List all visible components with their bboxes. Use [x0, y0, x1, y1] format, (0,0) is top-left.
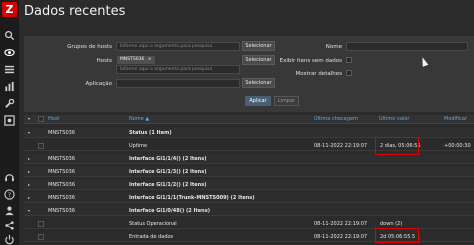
list-icon[interactable]	[4, 64, 15, 75]
table-row[interactable]: ▸ MNSTS036 Interface Gi1/1/3() (2 Itens)	[24, 167, 474, 177]
apply-button[interactable]: Aplicar	[245, 96, 271, 106]
table-header: ▾ Host Nome ▲ Última checagem Último val…	[24, 115, 474, 124]
row-checkbox[interactable]	[38, 221, 44, 227]
row-name: Uptime	[129, 143, 148, 149]
table-row[interactable]: ▾ MNSTS036 Interface Gi1/0/48() (2 Itens…	[24, 206, 474, 216]
eye-icon[interactable]	[4, 47, 15, 58]
row-name: Interface Gi1/1/3() (2 Itens)	[129, 169, 207, 175]
table-row[interactable]: ▸ MNSTS036 Interface Gi1/1/1(Trunk-MNSTS…	[24, 193, 474, 203]
expand-icon[interactable]: ▸	[28, 169, 30, 174]
collapse-icon[interactable]: ▾	[28, 130, 30, 135]
row-host: MNSTS036	[48, 195, 75, 201]
reset-button[interactable]: Limpar	[274, 96, 299, 106]
column-last-value[interactable]: Último valor	[379, 116, 409, 122]
host-chip: MNSTS036 ×	[117, 56, 155, 64]
row-host: MNSTS036	[48, 208, 75, 214]
gear-icon[interactable]	[4, 115, 15, 126]
wrench-icon[interactable]	[4, 98, 15, 109]
expand-icon[interactable]: ▸	[28, 156, 30, 161]
expand-all-icon[interactable]: ▾	[28, 116, 30, 121]
column-change[interactable]: Modificar	[444, 116, 467, 122]
row-last-value: down (2)	[380, 221, 403, 227]
data-value-highlight	[375, 228, 419, 243]
user-icon[interactable]	[4, 205, 15, 216]
row-last-check: 08-11-2022 22:19:07	[314, 234, 368, 240]
hosts-label: Hosts	[96, 58, 112, 64]
zabbix-logo[interactable]: Z	[2, 2, 17, 17]
row-host: MNSTS036	[48, 169, 75, 175]
power-icon[interactable]	[4, 234, 15, 245]
row-name: Status (1 Item)	[129, 130, 172, 136]
row-checkbox[interactable]	[38, 234, 44, 240]
name-input[interactable]	[346, 42, 468, 51]
name-label: Nome	[325, 44, 342, 50]
column-name[interactable]: Nome ▲	[129, 116, 149, 122]
row-name: Entrada de dados	[129, 234, 174, 240]
show-items-without-data-checkbox[interactable]	[346, 57, 352, 63]
headset-icon[interactable]	[4, 172, 15, 183]
column-host[interactable]: Host	[48, 116, 59, 122]
row-name: Interface Gi1/0/48() (2 Itens)	[129, 208, 210, 214]
row-name: Interface Gi1/1/1(Trunk-MNSTS009) (2 Ite…	[129, 195, 255, 201]
row-host: MNSTS036	[48, 156, 75, 162]
page-title: Dados recentes	[24, 4, 126, 19]
host-groups-select-button[interactable]: Selecionar	[242, 41, 275, 51]
host-chip-label: MNSTS036	[120, 57, 145, 62]
table-row[interactable]: ▸ MNSTS036 Interface Gi1/1/4() (2 Itens)	[24, 154, 474, 164]
collapse-icon[interactable]: ▾	[28, 208, 30, 213]
show-items-without-data-label: Exibir itens sem dados	[279, 58, 342, 64]
svg-text:?: ?	[8, 191, 11, 199]
share-icon[interactable]	[4, 220, 15, 231]
application-select-button[interactable]: Selecionar	[242, 78, 275, 88]
table-row[interactable]: ▸ MNSTS036 Interface Gi1/1/2() (2 Itens)	[24, 180, 474, 190]
expand-icon[interactable]: ▸	[28, 195, 30, 200]
application-input[interactable]	[116, 79, 240, 88]
show-details-checkbox[interactable]	[346, 70, 352, 76]
chart-icon[interactable]	[4, 81, 15, 92]
row-name: Interface Gi1/1/2() (2 Itens)	[129, 182, 207, 188]
row-last-check: 08-11-2022 22:19:07	[314, 143, 368, 149]
row-host: MNSTS036	[48, 182, 75, 188]
host-groups-input[interactable]: Informe aqui o argumento para pesquisa	[116, 42, 240, 51]
row-host: MNSTS036	[48, 130, 75, 136]
hosts-input[interactable]: Informe aqui o argumento para pesquisa	[116, 65, 240, 74]
expand-icon[interactable]: ▸	[28, 182, 30, 187]
column-last-check[interactable]: Última checagem	[314, 116, 358, 122]
show-details-label: Mostrar detalhes	[295, 71, 342, 77]
application-label: Aplicação	[85, 81, 112, 87]
row-name: Interface Gi1/1/4() (2 Itens)	[129, 156, 207, 162]
select-all-checkbox[interactable]	[38, 116, 44, 122]
row-last-check: 08-11-2022 22:19:07	[314, 221, 368, 227]
row-change: +00:00:30	[444, 143, 471, 149]
sidebar: Z ?	[0, 0, 19, 245]
row-checkbox[interactable]	[38, 143, 44, 149]
close-icon[interactable]: ×	[148, 57, 152, 62]
row-name: Status Operacional	[129, 221, 177, 227]
help-icon[interactable]: ?	[4, 189, 15, 200]
search-icon[interactable]	[4, 30, 15, 41]
host-groups-label: Grupos de hosts	[67, 44, 112, 50]
uptime-value-highlight	[375, 137, 419, 155]
